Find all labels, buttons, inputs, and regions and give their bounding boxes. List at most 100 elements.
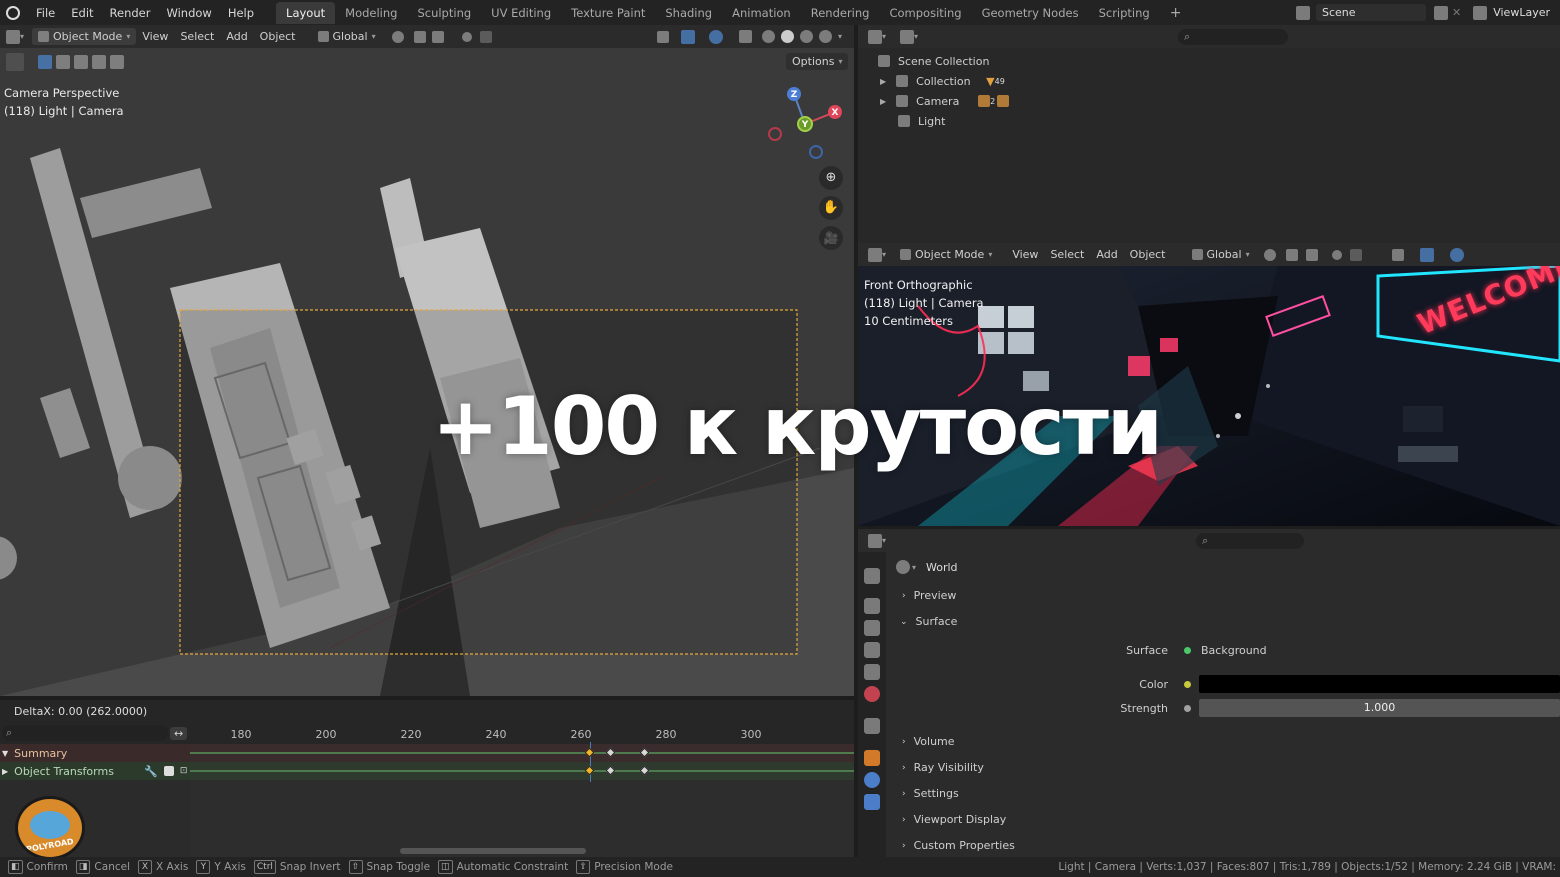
gizmo-toggle-icon[interactable] — [680, 29, 695, 44]
collection-tab-icon[interactable] — [864, 718, 880, 734]
editor-type-icon[interactable] — [868, 533, 882, 548]
world-color-swatch[interactable] — [1199, 675, 1560, 693]
view-layer-field[interactable]: ViewLayer — [1493, 6, 1550, 19]
overlay-toggle-icon[interactable] — [1449, 247, 1464, 262]
channel-search-input[interactable]: ⌕ — [2, 725, 168, 741]
strength-field[interactable]: 1.000 — [1199, 699, 1560, 717]
tab-geometry-nodes[interactable]: Geometry Nodes — [972, 2, 1089, 24]
menu-window[interactable]: Window — [158, 6, 219, 20]
overlay-toggle-icon[interactable] — [708, 29, 723, 44]
object-mode-dropdown-2[interactable]: Object Mode ▾ — [894, 246, 998, 263]
pivot-icon[interactable] — [391, 30, 404, 43]
editor-type-icon[interactable] — [868, 247, 882, 262]
solid-shading-icon[interactable] — [780, 30, 794, 43]
tab-uv-editing[interactable]: UV Editing — [481, 2, 561, 24]
render-tab-icon[interactable] — [864, 598, 880, 614]
menu-help[interactable]: Help — [220, 6, 262, 20]
falloff-icon[interactable] — [479, 30, 492, 43]
rendered-shading-icon[interactable] — [818, 30, 832, 43]
panel-volume[interactable]: › Volume — [886, 728, 1560, 754]
visibility-icon[interactable] — [656, 30, 669, 43]
select-intersect-icon[interactable] — [110, 55, 124, 69]
add-workspace-button[interactable]: + — [1160, 1, 1192, 25]
tab-animation[interactable]: Animation — [722, 2, 801, 24]
channel-object-transforms[interactable]: ▶ Object Transforms 🔧 ⊡ — [0, 762, 190, 780]
gizmo-toggle-icon[interactable] — [1419, 247, 1434, 262]
proportional-edit-icon[interactable] — [1331, 249, 1342, 260]
menu-view-2[interactable]: View — [1006, 246, 1044, 263]
navigation-gizmo[interactable]: Z X Y — [760, 84, 850, 164]
channel-checkbox[interactable] — [163, 766, 174, 776]
pivot-icon[interactable] — [1263, 248, 1276, 261]
panel-surface[interactable]: ⌄ Surface — [886, 608, 1560, 634]
delete-scene-icon[interactable]: ✕ — [1452, 6, 1461, 19]
new-scene-icon[interactable] — [1434, 5, 1448, 20]
snap-icon[interactable] — [413, 30, 426, 43]
view-layer-icon[interactable] — [1473, 5, 1488, 20]
outliner-scene-collection[interactable]: Scene Collection — [878, 51, 1560, 71]
select-subtract-icon[interactable] — [74, 55, 88, 69]
tab-scripting[interactable]: Scripting — [1089, 2, 1160, 24]
world-selector[interactable]: ▾ World — [886, 552, 1560, 582]
tab-shading[interactable]: Shading — [655, 2, 722, 24]
output-tab-icon[interactable] — [864, 620, 880, 636]
tab-sculpting[interactable]: Sculpting — [407, 2, 481, 24]
view-layer-tab-icon[interactable] — [864, 642, 880, 658]
scene-tab-icon[interactable] — [864, 664, 880, 680]
panel-settings[interactable]: › Settings — [886, 780, 1560, 806]
object-mode-dropdown[interactable]: Object Mode ▾ — [32, 28, 137, 45]
object-tab-icon[interactable] — [864, 750, 880, 766]
world-tab-icon[interactable] — [864, 686, 880, 702]
menu-select-2[interactable]: Select — [1044, 246, 1090, 263]
physics-tab-icon[interactable] — [864, 772, 880, 788]
frame-ruler[interactable]: 180 200 220 240 260 280 300 — [190, 722, 854, 744]
menu-render[interactable]: Render — [102, 6, 159, 20]
swap-arrows-icon[interactable]: ↔ — [170, 726, 188, 740]
tab-modeling[interactable]: Modeling — [335, 2, 407, 24]
pan-hand-icon[interactable]: ✋ — [819, 196, 843, 220]
panel-custom-properties[interactable]: › Custom Properties — [886, 832, 1560, 857]
snap-target-icon[interactable] — [431, 30, 444, 43]
transform-orientation-dropdown[interactable]: Global ▾ — [312, 28, 382, 45]
proportional-edit-icon[interactable] — [461, 31, 472, 42]
scene-icon[interactable] — [1296, 5, 1310, 20]
3d-viewport[interactable]: Camera Perspective (118) Light | Camera … — [0, 48, 854, 696]
surface-shader-field[interactable]: Background — [1182, 640, 1560, 660]
menu-object-2[interactable]: Object — [1124, 246, 1172, 263]
blender-logo-icon[interactable] — [6, 5, 20, 20]
menu-object[interactable]: Object — [254, 28, 302, 45]
select-new-icon[interactable] — [38, 55, 52, 69]
tab-rendering[interactable]: Rendering — [801, 2, 880, 24]
snap-icon[interactable] — [1285, 248, 1298, 261]
tab-layout[interactable]: Layout — [276, 1, 336, 24]
tool-tab-icon[interactable] — [864, 568, 880, 584]
panel-ray-visibility[interactable]: › Ray Visibility — [886, 754, 1560, 780]
outliner-editor-icon[interactable] — [868, 29, 882, 44]
material-shading-icon[interactable] — [799, 30, 813, 43]
select-tool-icon[interactable] — [6, 53, 24, 71]
panel-viewport-display[interactable]: › Viewport Display — [886, 806, 1560, 832]
keyframe-area[interactable] — [190, 742, 854, 857]
menu-view[interactable]: View — [136, 28, 174, 45]
tab-compositing[interactable]: Compositing — [879, 2, 971, 24]
transform-orientation-dropdown-2[interactable]: Global ▾ — [1186, 246, 1256, 263]
menu-select[interactable]: Select — [174, 28, 220, 45]
panel-preview[interactable]: › Preview — [886, 582, 1560, 608]
menu-file[interactable]: File — [28, 6, 63, 20]
xray-icon[interactable] — [738, 30, 752, 43]
properties-search-input[interactable]: ⌕ — [1196, 532, 1305, 549]
select-invert-icon[interactable] — [92, 55, 106, 69]
editor-type-icon[interactable] — [6, 29, 20, 44]
menu-add[interactable]: Add — [220, 28, 253, 45]
channel-summary[interactable]: ▼ Summary — [0, 744, 190, 762]
constraints-tab-icon[interactable] — [864, 794, 880, 810]
falloff-icon[interactable] — [1349, 248, 1362, 261]
snap-target-icon[interactable] — [1305, 248, 1318, 261]
outliner-collection[interactable]: ▶ Collection ▼ 49 — [878, 71, 1560, 91]
outliner-light[interactable]: Light — [878, 111, 1560, 131]
menu-add-2[interactable]: Add — [1090, 246, 1123, 263]
wrench-icon[interactable]: 🔧 — [144, 765, 158, 778]
menu-edit[interactable]: Edit — [63, 6, 101, 20]
tab-texture-paint[interactable]: Texture Paint — [561, 2, 655, 24]
wireframe-shading-icon[interactable] — [761, 30, 775, 43]
